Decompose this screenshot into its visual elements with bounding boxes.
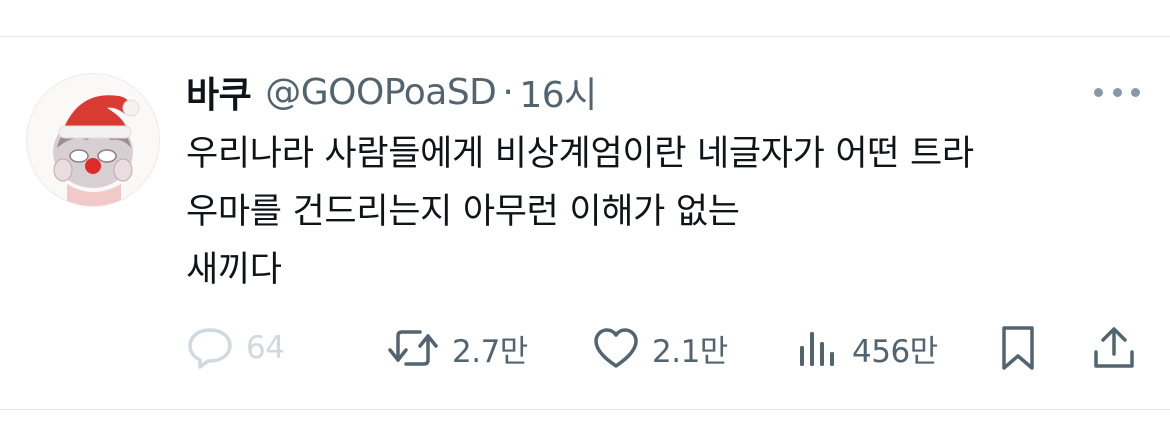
share-button[interactable] <box>1090 322 1138 374</box>
reply-count: 64 <box>246 330 285 366</box>
views-count: 456만 <box>852 333 938 370</box>
more-dot <box>1131 87 1140 97</box>
bottom-divider <box>0 409 1170 410</box>
tweet-text-line: 새끼다 <box>186 250 282 290</box>
tweet-text-line: 우리나라 사람들에게 비상계엄이란 네글자가 어떤 트라 <box>186 134 974 174</box>
tweet-text: 우리나라 사람들에게 비상계엄이란 네글자가 어떤 트라 우마를 건드리는지 아… <box>186 125 1146 299</box>
retweet-icon <box>388 330 438 366</box>
reply-bubble-icon <box>188 328 232 369</box>
display-name[interactable]: 바쿠 <box>186 66 252 118</box>
more-options-button[interactable] <box>1094 83 1140 101</box>
action-bar: 64 2.7만 2.1만 456만 <box>0 322 1170 374</box>
bookmark-button[interactable] <box>996 322 1040 374</box>
views-bars-icon <box>800 332 834 366</box>
like-button[interactable]: 2.1만 <box>592 322 728 374</box>
tweet[interactable]: 바쿠 @GOOPoaSD · 16시 우리나라 사람들에게 비상계엄이란 네글자… <box>0 37 1170 409</box>
santa-hat-avatar-icon <box>53 95 140 206</box>
more-dot <box>1094 87 1103 97</box>
retweet-button[interactable]: 2.7만 <box>386 322 528 374</box>
more-dot <box>1112 87 1122 97</box>
reply-button[interactable]: 64 <box>186 322 285 374</box>
like-count: 2.1만 <box>652 333 728 370</box>
avatar[interactable] <box>26 73 160 207</box>
user-handle[interactable]: @GOOPoaSD <box>265 72 497 113</box>
tweet-header: 바쿠 @GOOPoaSD · 16시 <box>186 67 597 117</box>
share-icon <box>1094 327 1134 368</box>
separator-dot: · <box>502 71 514 113</box>
retweet-count: 2.7만 <box>452 333 528 370</box>
heart-icon <box>594 328 638 368</box>
tweet-text-line: 우마를 건드리는지 아무런 이해가 없는 <box>186 192 740 232</box>
views-button[interactable]: 456만 <box>796 322 938 374</box>
bookmark-icon <box>1002 326 1034 370</box>
timestamp[interactable]: 16시 <box>519 66 597 118</box>
